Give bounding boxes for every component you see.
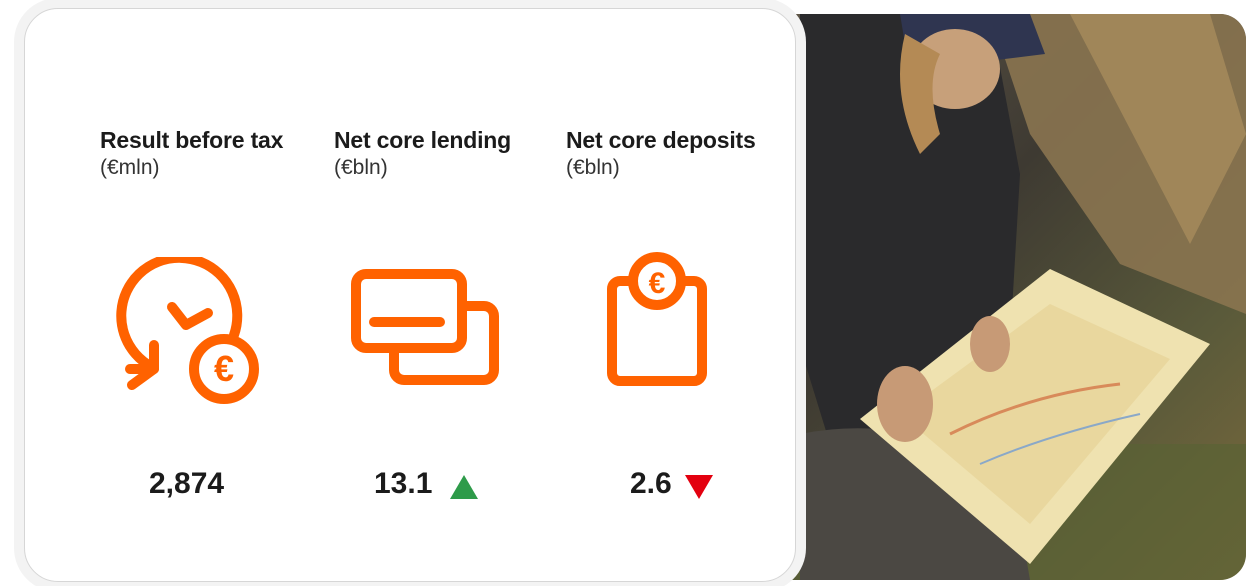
kpi-result-before-tax: Result before tax (€mln) € 2,874	[100, 9, 320, 583]
kpi-title: Net core lending	[334, 127, 511, 153]
kpi-title: Result before tax	[100, 127, 284, 153]
kpi-card: Result before tax (€mln) € 2,874 Net cor…	[24, 8, 796, 582]
trend-up-icon	[450, 475, 478, 499]
kpi-unit: (€bln)	[566, 156, 620, 179]
kpi-unit: (€mln)	[100, 156, 160, 179]
clock-euro-icon: €	[116, 257, 259, 404]
kpi-net-core-lending: Net core lending (€bln) 13.1	[334, 9, 554, 583]
kpi-value: 2.6	[630, 467, 672, 500]
trend-down-icon	[685, 475, 713, 499]
kpi-unit: (€bln)	[334, 156, 388, 179]
kpi-title: Net core deposits	[566, 127, 756, 153]
credit-cards-icon	[351, 269, 499, 385]
svg-text:€: €	[649, 267, 666, 300]
kpi-value: 13.1	[374, 467, 433, 500]
euro-deposit-box-icon: €	[607, 252, 707, 386]
kpi-net-core-deposits: Net core deposits (€bln) € 2.6	[566, 9, 786, 583]
svg-text:€: €	[214, 348, 234, 389]
kpi-value: 2,874	[149, 467, 225, 500]
